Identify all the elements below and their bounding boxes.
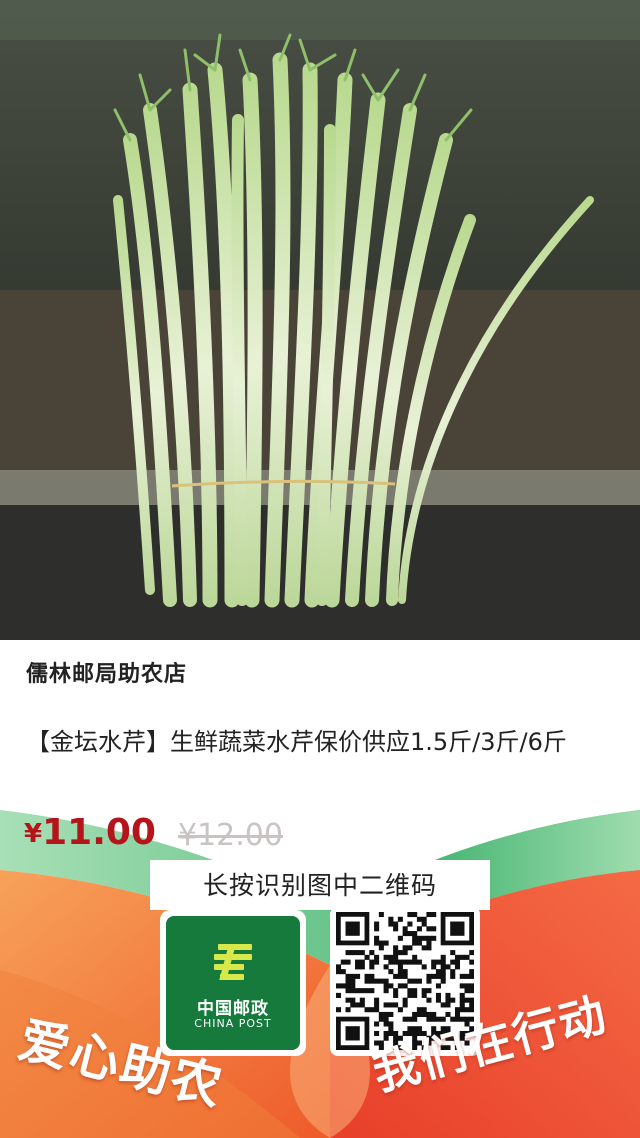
china-post-logo: 中国邮政 CHINA POST (166, 916, 300, 1050)
original-price: ¥12.00 (178, 818, 283, 853)
currency-symbol: ¥ (24, 819, 43, 849)
product-title: 【金坛水芹】生鲜蔬菜水芹保价供应1.5斤/3斤/6斤 (26, 728, 567, 756)
price-value: 11.00 (42, 812, 156, 853)
qr-hint: 长按识别图中二维码 (202, 871, 437, 900)
china-post-name-en: CHINA POST (194, 1017, 272, 1030)
product-image (0, 0, 640, 640)
china-post-logo-card: 中国邮政 CHINA POST (160, 910, 306, 1056)
china-post-emblem-icon (214, 944, 252, 980)
china-post-name-cn: 中国邮政 (197, 999, 269, 1019)
store-name: 儒林邮局助农店 (26, 662, 188, 687)
current-price: ¥11.00 (24, 812, 156, 853)
